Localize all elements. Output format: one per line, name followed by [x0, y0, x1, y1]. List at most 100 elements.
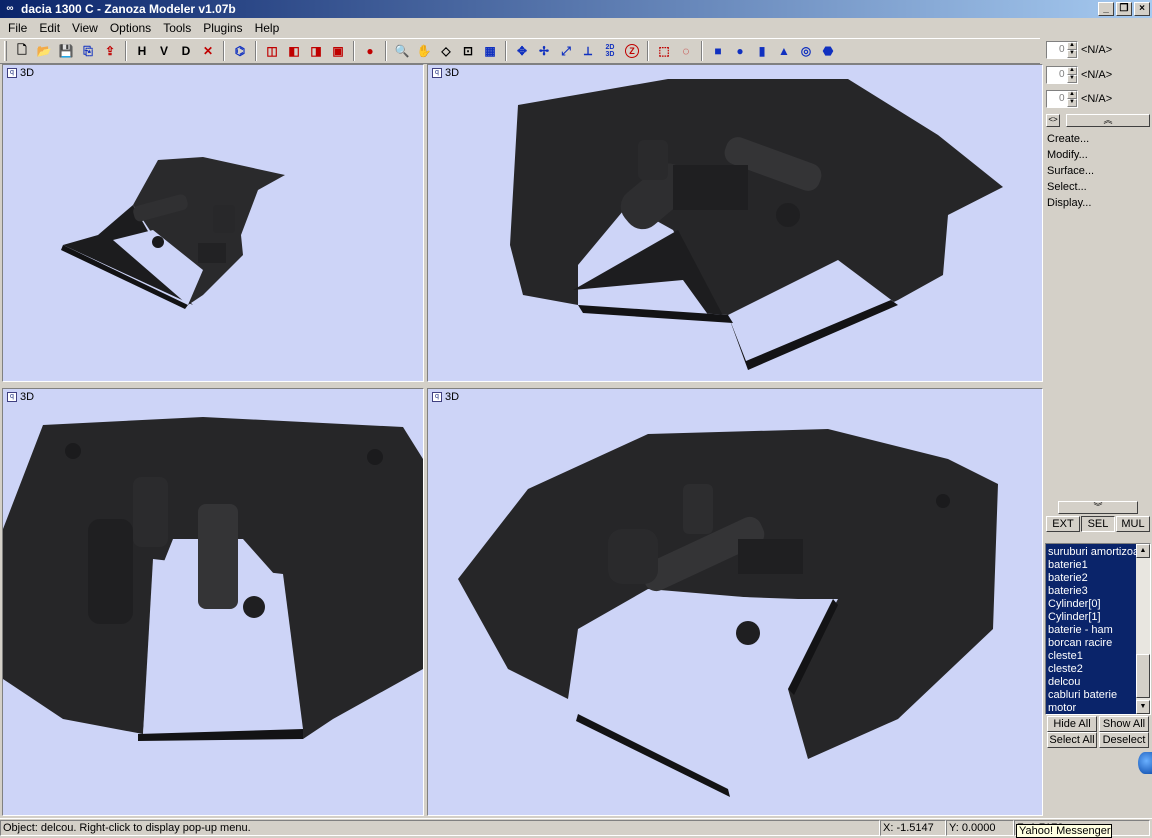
viewport-menu-icon[interactable]: q [432, 392, 442, 402]
menu-file[interactable]: File [2, 18, 33, 38]
list-item[interactable]: baterie1 [1046, 559, 1136, 572]
globe-icon[interactable] [1138, 752, 1152, 774]
spin-up-icon[interactable]: ▲ [1067, 67, 1077, 75]
zoom-icon[interactable]: 🔍 [391, 40, 413, 62]
spinner-field[interactable]: 0 ▲ ▼ [1046, 66, 1078, 84]
mode-mul-button[interactable]: MUL [1116, 516, 1150, 532]
cube-flat-icon[interactable]: ◧ [283, 40, 305, 62]
depth-view-button[interactable]: D [175, 40, 197, 62]
save-icon[interactable]: 💾 [55, 40, 77, 62]
view-2d3d-button[interactable]: 2D 3D [599, 40, 621, 62]
new-file-icon[interactable]: 🗋 [11, 40, 33, 62]
mode-ext-button[interactable]: EXT [1046, 516, 1080, 532]
rotate-icon[interactable]: ✢ [533, 40, 555, 62]
create-torus-icon[interactable]: ◎ [795, 40, 817, 62]
open-folder-icon[interactable]: 📂 [33, 40, 55, 62]
viewport-menu-icon[interactable]: q [7, 68, 17, 78]
list-item[interactable]: cleste1 [1046, 650, 1136, 663]
scroll-thumb[interactable] [1136, 654, 1150, 698]
axis-cross-icon[interactable]: ✕ [197, 40, 219, 62]
vertical-view-button[interactable]: V [153, 40, 175, 62]
viewport-menu-icon[interactable]: q [7, 392, 17, 402]
export-icon[interactable]: ⇪ [99, 40, 121, 62]
create-tube-icon[interactable]: ⬣ [817, 40, 839, 62]
box-view-icon[interactable]: ◇ [435, 40, 457, 62]
spin-up-icon[interactable]: ▲ [1067, 42, 1077, 50]
list-item[interactable]: suruburi amortizoare [1046, 546, 1136, 559]
spin-down-icon[interactable]: ▼ [1067, 99, 1077, 107]
menu-view[interactable]: View [66, 18, 104, 38]
deselect-button[interactable]: Deselect [1099, 732, 1149, 748]
zoom-z-button[interactable]: Z [621, 40, 643, 62]
horizontal-view-button[interactable]: H [131, 40, 153, 62]
list-item[interactable]: cabluri baterie [1046, 689, 1136, 702]
restore-button[interactable]: ❐ [1116, 2, 1132, 16]
select-all-button[interactable]: Select All [1047, 732, 1097, 748]
mode-sel-button[interactable]: SEL [1081, 516, 1115, 532]
menu-edit[interactable]: Edit [33, 18, 66, 38]
pan-hand-icon[interactable]: ✋ [413, 40, 435, 62]
hide-all-button[interactable]: Hide All [1047, 716, 1097, 732]
scale-icon[interactable]: ⤢ [555, 40, 577, 62]
select-rect-icon[interactable]: ⬚ [653, 40, 675, 62]
list-item[interactable]: baterie3 [1046, 585, 1136, 598]
select-circle-icon[interactable]: ◌ [675, 40, 697, 62]
viewport-top-right[interactable]: q 3D [427, 64, 1043, 382]
collapse-down-bar[interactable]: ︾ [1058, 501, 1138, 514]
menu-options[interactable]: Options [104, 18, 157, 38]
zoom-extents-icon[interactable]: ⊡ [457, 40, 479, 62]
create-sphere-icon[interactable]: ● [729, 40, 751, 62]
minimize-button[interactable]: _ [1098, 2, 1114, 16]
create-cone-icon[interactable]: ▲ [773, 40, 795, 62]
scroll-down-icon[interactable]: ▼ [1136, 700, 1150, 714]
viewport-label[interactable]: q 3D [432, 67, 459, 79]
collapse-up-bar[interactable]: ︽ [1066, 114, 1150, 127]
command-surface[interactable]: Surface... [1047, 165, 1094, 177]
viewport-label[interactable]: q 3D [7, 391, 34, 403]
object-list[interactable]: suruburi amortizoare baterie1 baterie2 b… [1045, 543, 1151, 715]
menu-tools[interactable]: Tools [157, 18, 197, 38]
cube-shaded-icon[interactable]: ◨ [305, 40, 327, 62]
scroll-up-icon[interactable]: ▲ [1136, 544, 1150, 558]
spin-down-icon[interactable]: ▼ [1067, 50, 1077, 58]
viewport-label[interactable]: q 3D [432, 391, 459, 403]
cube-textured-icon[interactable]: ▣ [327, 40, 349, 62]
menu-plugins[interactable]: Plugins [197, 18, 248, 38]
command-display[interactable]: Display... [1047, 197, 1091, 209]
expand-toggle-icon[interactable]: <> [1046, 114, 1060, 127]
move-icon[interactable]: ✥ [511, 40, 533, 62]
save-as-icon[interactable]: ⎘ [77, 40, 99, 62]
list-item[interactable]: borcan racire [1046, 637, 1136, 650]
toolbar-grip[interactable] [4, 41, 7, 61]
show-all-button[interactable]: Show All [1099, 716, 1149, 732]
list-item[interactable]: Cylinder[0] [1046, 598, 1136, 611]
spinner-field[interactable]: 0 ▲ ▼ [1046, 90, 1078, 108]
object-list-scrollbar[interactable]: ▲ ▼ [1136, 544, 1150, 714]
axis-icon[interactable]: ⟂ [577, 40, 599, 62]
command-modify[interactable]: Modify... [1047, 149, 1088, 161]
viewport-bottom-left[interactable]: q 3D [2, 388, 424, 816]
viewport-bottom-right[interactable]: q 3D [427, 388, 1043, 816]
spinner-field[interactable]: 0 ▲ ▼ [1046, 41, 1078, 59]
cube-wire-icon[interactable]: ◫ [261, 40, 283, 62]
spin-down-icon[interactable]: ▼ [1067, 75, 1077, 83]
viewport-menu-icon[interactable]: q [432, 68, 442, 78]
vertex-edit-icon[interactable]: ⌬ [229, 40, 251, 62]
list-item[interactable]: delcou [1046, 676, 1136, 689]
viewport-label[interactable]: q 3D [7, 67, 34, 79]
menu-help[interactable]: Help [249, 18, 286, 38]
command-select[interactable]: Select... [1047, 181, 1087, 193]
command-create[interactable]: Create... [1047, 133, 1089, 145]
list-item[interactable]: baterie2 [1046, 572, 1136, 585]
list-item[interactable]: cleste2 [1046, 663, 1136, 676]
close-button[interactable]: × [1134, 2, 1150, 16]
create-box-icon[interactable]: ■ [707, 40, 729, 62]
material-icon[interactable]: ▦ [479, 40, 501, 62]
viewport-top-left[interactable]: q 3D [2, 64, 424, 382]
create-cylinder-icon[interactable]: ▮ [751, 40, 773, 62]
list-item[interactable]: Cylinder[1] [1046, 611, 1136, 624]
list-item[interactable]: motor [1046, 702, 1136, 714]
render-sphere-icon[interactable]: ● [359, 40, 381, 62]
list-item[interactable]: baterie - ham [1046, 624, 1136, 637]
spin-up-icon[interactable]: ▲ [1067, 91, 1077, 99]
